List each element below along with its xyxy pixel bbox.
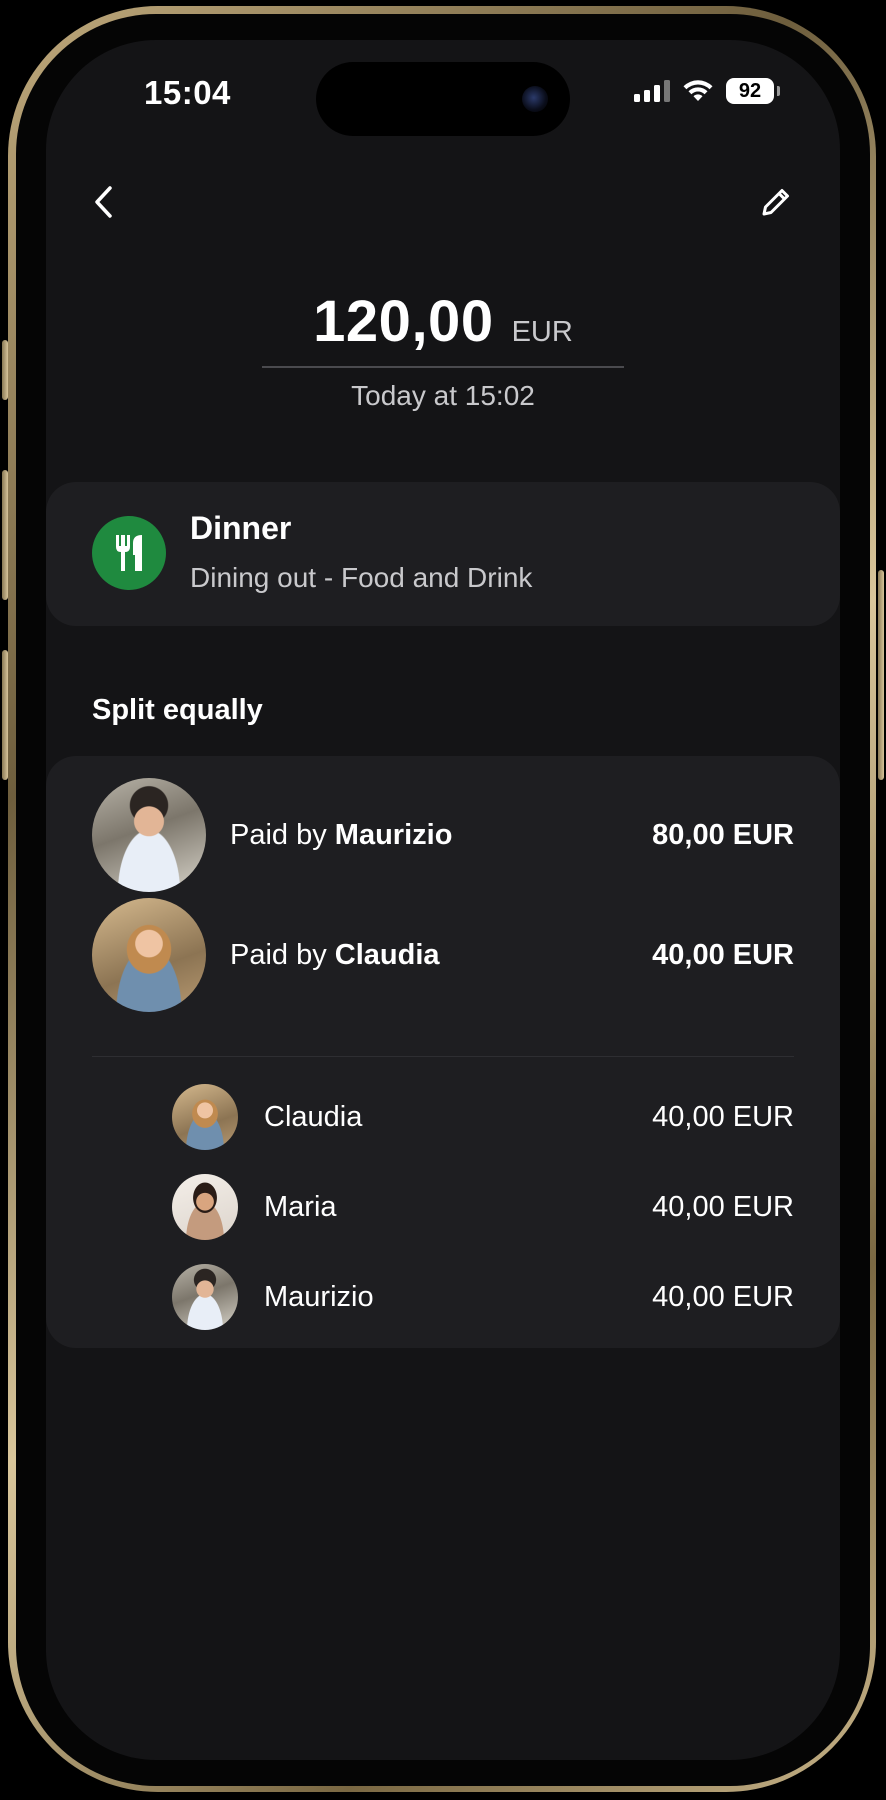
status-time: 15:04 (144, 74, 231, 111)
member-row[interactable]: Maurizio 40,00 EUR (172, 1264, 794, 1330)
payer-prefix: Paid by (230, 938, 335, 971)
payer-row[interactable]: Paid by Maurizio 80,00 EUR (92, 778, 794, 892)
payer-row[interactable]: Paid by Claudia 40,00 EUR (92, 898, 794, 1012)
category-icon-badge (92, 516, 166, 590)
member-name: Maurizio (264, 1280, 374, 1313)
payer-label: Paid by Claudia (230, 939, 652, 972)
member-name: Claudia (264, 1100, 363, 1133)
action-button (2, 340, 8, 400)
payer-name: Claudia (334, 938, 440, 971)
expense-amount: 120,00 (313, 289, 494, 354)
payer-amount: 40,00 EUR (652, 938, 794, 971)
split-card: Paid by Maurizio 80,00 EUR Paid by Claud… (46, 756, 840, 1348)
split-section-title: Split equally (92, 694, 263, 726)
amount-underline (262, 366, 624, 368)
member-amount: 40,00 EUR (652, 1190, 794, 1223)
member-row[interactable]: Maria 40,00 EUR (172, 1174, 794, 1240)
member-name: Maria (264, 1190, 337, 1223)
status-icons: 92 (634, 78, 780, 104)
fork-knife-icon (116, 535, 142, 571)
power-button (878, 570, 884, 780)
expense-currency: EUR (511, 316, 573, 348)
dynamic-island (316, 62, 570, 136)
category-card[interactable]: Dinner Dining out - Food and Drink (46, 482, 840, 626)
payer-prefix: Paid by (230, 818, 335, 851)
pencil-icon (762, 189, 789, 216)
expense-date: Today at 15:02 (351, 380, 535, 411)
edit-button[interactable] (756, 182, 796, 222)
payer-label: Paid by Maurizio (230, 819, 652, 852)
battery-indicator: 92 (726, 78, 780, 104)
volume-up-button (2, 470, 8, 600)
wifi-icon (683, 80, 713, 101)
chevron-left-icon (95, 186, 112, 218)
avatar (172, 1084, 238, 1150)
payer-name: Maurizio (334, 818, 453, 851)
member-row[interactable]: Claudia 40,00 EUR (172, 1084, 794, 1150)
avatar (92, 778, 206, 892)
avatar (172, 1174, 238, 1240)
app-screen: 15:04 92 120,00 EUR Today at 15:02 Dinne… (46, 40, 840, 1760)
cellular-signal-icon (634, 80, 670, 102)
member-amount: 40,00 EUR (652, 1280, 794, 1313)
avatar (92, 898, 206, 1012)
avatar (172, 1264, 238, 1330)
category-subtitle: Dining out - Food and Drink (190, 562, 533, 593)
divider (92, 1056, 794, 1057)
category-title: Dinner (190, 510, 292, 546)
volume-down-button (2, 650, 8, 780)
back-button[interactable] (84, 182, 124, 222)
expense-amount-display: 120,00 EUR (262, 288, 624, 355)
camera-icon (522, 86, 548, 112)
member-amount: 40,00 EUR (652, 1100, 794, 1133)
payer-amount: 80,00 EUR (652, 818, 794, 851)
